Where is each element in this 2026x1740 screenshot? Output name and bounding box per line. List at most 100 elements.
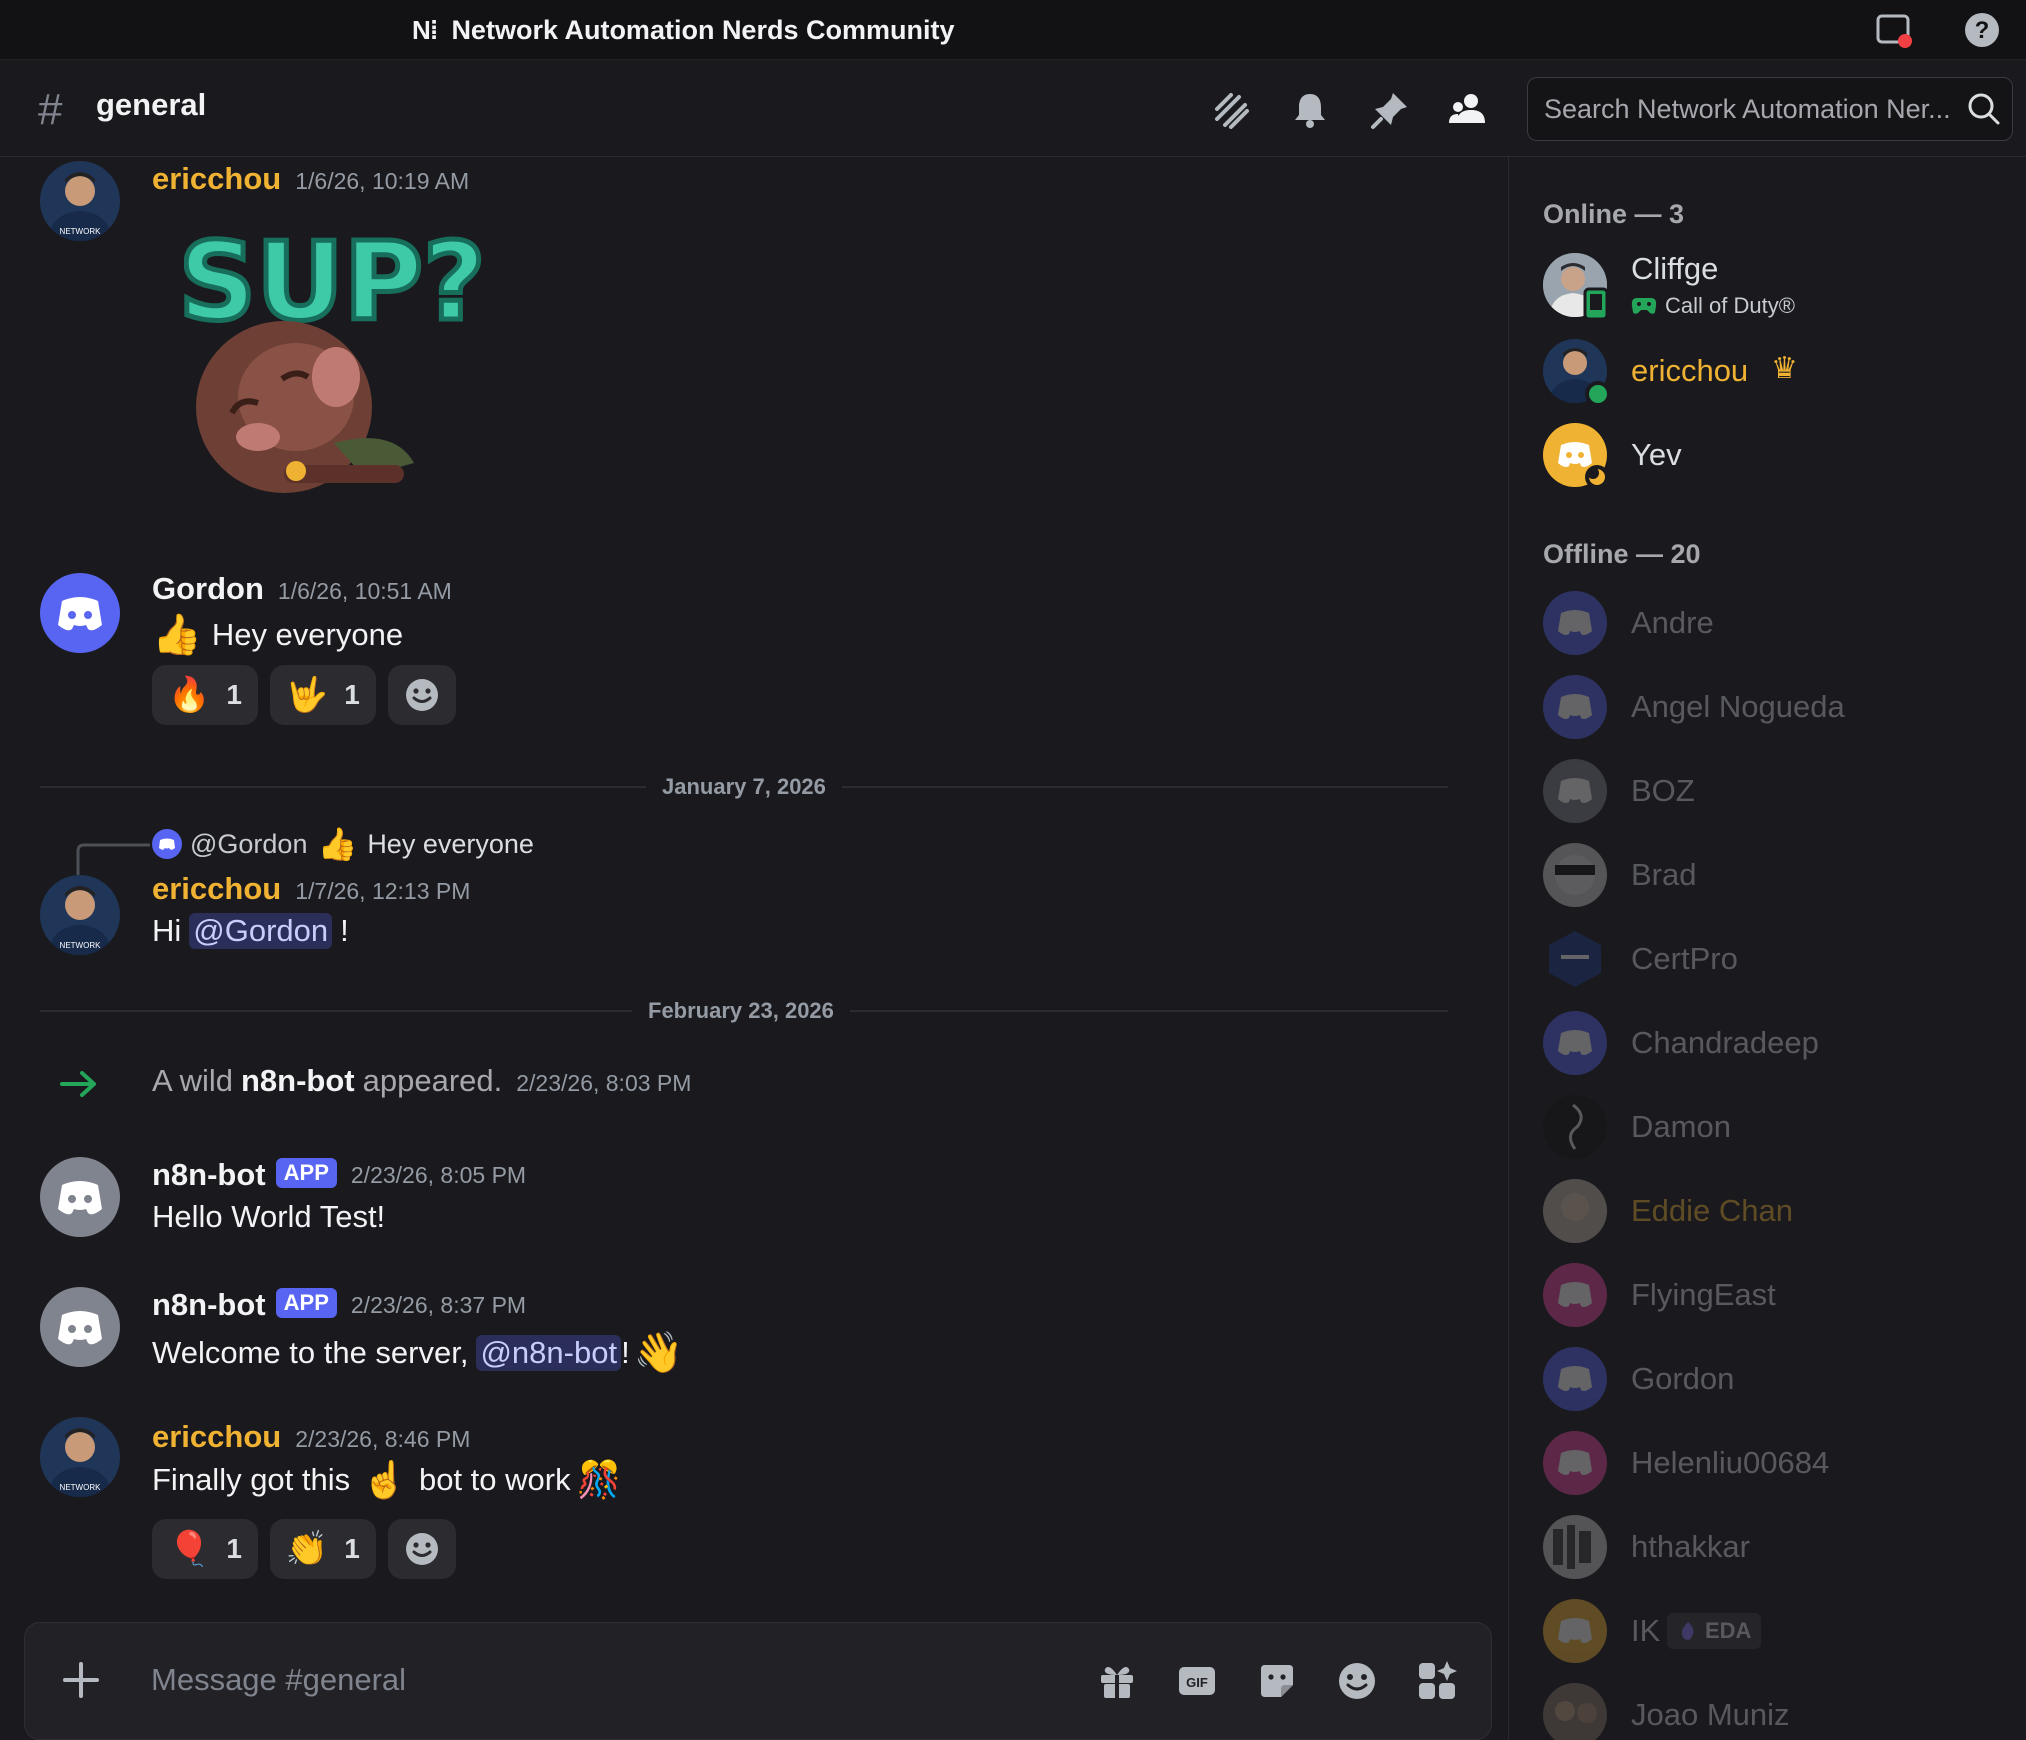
avatar[interactable]: NETWORK xyxy=(40,875,120,955)
avatar[interactable] xyxy=(40,1157,120,1237)
message-input[interactable] xyxy=(151,1651,1051,1709)
member-item[interactable]: Yev xyxy=(1543,423,2013,493)
member-item[interactable]: Brad xyxy=(1543,843,2013,913)
author-name[interactable]: Gordon xyxy=(152,571,264,607)
avatar xyxy=(1543,927,1607,991)
member-item[interactable]: Damon xyxy=(1543,1095,2013,1165)
reaction-count: 1 xyxy=(226,679,242,710)
member-name: hthakkar xyxy=(1631,1529,1750,1564)
member-item[interactable]: Eddie Chan xyxy=(1543,1179,2013,1249)
title-bar: N⁞ Network Automation Nerds Community ? xyxy=(0,0,2026,60)
author-name[interactable]: ericchou xyxy=(152,871,281,907)
member-item[interactable]: Joao Muniz xyxy=(1543,1683,2013,1740)
reaction-button[interactable]: 🔥 1 xyxy=(152,665,258,725)
message-text: Hey everyone xyxy=(211,616,404,652)
member-name: BOZ xyxy=(1631,773,1695,808)
user-mention[interactable]: @Gordon xyxy=(189,913,333,949)
avatar[interactable]: NETWORK xyxy=(40,161,120,241)
member-name: Andre xyxy=(1631,605,1714,640)
svg-text:NETWORK: NETWORK xyxy=(60,227,102,236)
member-item[interactable]: CertPro xyxy=(1543,927,2013,997)
avatar xyxy=(1543,1347,1607,1411)
member-item[interactable]: Helenliu00684 xyxy=(1543,1431,2013,1501)
sticker-image[interactable]: SUP? xyxy=(184,227,484,507)
timestamp: 2/23/26, 8:03 PM xyxy=(516,1070,692,1096)
timestamp: 2/23/26, 8:37 PM xyxy=(350,1291,527,1318)
author-name[interactable]: ericchou xyxy=(152,1419,281,1455)
confetti-icon: 🎊 xyxy=(576,1459,622,1500)
search-box[interactable] xyxy=(1527,77,2013,141)
waving-hand-icon: 👋 xyxy=(633,1331,684,1375)
discord-logo-icon xyxy=(58,1181,102,1215)
member-item[interactable]: hthakkar xyxy=(1543,1515,2013,1585)
member-name: Brad xyxy=(1631,857,1697,892)
member-name: ericchou xyxy=(1631,353,1749,388)
pin-icon[interactable] xyxy=(1369,89,1411,131)
author-name[interactable]: n8n-bot xyxy=(152,1287,266,1323)
app-badge: APP xyxy=(275,1158,337,1188)
member-item[interactable]: BOZ xyxy=(1543,759,2013,829)
reaction-count: 1 xyxy=(344,679,360,710)
attach-plus-icon[interactable] xyxy=(59,1658,103,1702)
gift-icon[interactable] xyxy=(1095,1659,1139,1703)
balloon-icon: 🎈 xyxy=(168,1530,211,1568)
reaction-count: 1 xyxy=(226,1533,242,1564)
avatar[interactable]: NETWORK xyxy=(40,1417,120,1497)
emoji-icon[interactable] xyxy=(1335,1659,1379,1703)
thumbs-up-icon: 👍 xyxy=(152,613,202,657)
member-name: Cliffge xyxy=(1631,251,1719,286)
user-mention[interactable]: @n8n-bot xyxy=(476,1334,622,1371)
love-you-gesture-icon: 🤟 xyxy=(285,676,329,714)
member-item[interactable]: Gordon xyxy=(1543,1347,2013,1417)
guild-tag-text: EDA xyxy=(1705,1618,1752,1643)
reaction-button[interactable]: 🎈 1 xyxy=(152,1519,258,1579)
mobile-status-icon xyxy=(1583,287,1609,321)
hashtag-icon: # xyxy=(38,85,63,134)
message-composer: GIF xyxy=(24,1622,1492,1740)
add-reaction-button[interactable] xyxy=(387,1519,456,1579)
threads-icon[interactable] xyxy=(1209,89,1251,131)
server-title[interactable]: N⁞ Network Automation Nerds Community xyxy=(412,12,954,48)
reaction-button[interactable]: 🤟 1 xyxy=(269,665,376,725)
avatar xyxy=(1543,1431,1607,1495)
discord-logo-icon xyxy=(58,597,102,631)
member-item[interactable]: FlyingEast xyxy=(1543,1263,2013,1333)
message-text: Hello World Test! xyxy=(152,1199,386,1234)
apps-icon[interactable] xyxy=(1415,1659,1459,1703)
inbox-icon[interactable] xyxy=(1874,10,1914,50)
timestamp: 2/23/26, 8:05 PM xyxy=(350,1161,527,1188)
notification-bell-icon[interactable] xyxy=(1289,89,1331,131)
server-owner-crown-icon: ♛ xyxy=(1771,352,1798,385)
pointing-up-icon: ☝️ xyxy=(362,1459,407,1500)
member-name: Eddie Chan xyxy=(1631,1193,1794,1228)
reaction-button[interactable]: 👏 1 xyxy=(269,1519,376,1579)
avatar[interactable] xyxy=(40,1287,120,1367)
reply-preview[interactable]: @Gordon 👍 Hey everyone xyxy=(152,825,534,863)
search-input[interactable] xyxy=(1544,78,1964,140)
avatar xyxy=(1543,1515,1607,1579)
sticker-icon[interactable] xyxy=(1255,1659,1299,1703)
help-icon[interactable]: ? xyxy=(1962,10,2002,50)
member-name: Chandradeep xyxy=(1631,1025,1819,1060)
svg-text:NETWORK: NETWORK xyxy=(60,941,102,950)
member-item[interactable]: Andre xyxy=(1543,591,2013,661)
author-name[interactable]: n8n-bot xyxy=(152,1157,266,1193)
member-name: Yev xyxy=(1631,437,1682,472)
member-item[interactable]: IK EDA xyxy=(1543,1599,2013,1669)
member-item[interactable]: ericchou ♛ xyxy=(1543,339,2013,409)
author-name[interactable]: n8n-bot xyxy=(241,1063,355,1099)
add-reaction-button[interactable] xyxy=(387,665,456,725)
avatar[interactable] xyxy=(40,573,120,653)
avatar xyxy=(1543,843,1607,907)
search-icon[interactable] xyxy=(1966,91,2002,127)
author-name[interactable]: ericchou xyxy=(152,161,281,197)
member-item[interactable]: Angel Nogueda xyxy=(1543,675,2013,745)
message-text: Hi xyxy=(152,913,182,948)
member-item[interactable]: Chandradeep xyxy=(1543,1011,2013,1081)
member-list-icon[interactable] xyxy=(1449,89,1491,131)
join-arrow-icon xyxy=(60,1071,96,1097)
server-logo-icon: N⁞ xyxy=(412,14,438,45)
gif-icon[interactable]: GIF xyxy=(1175,1659,1219,1703)
member-item[interactable]: Cliffge Call of Duty® xyxy=(1543,251,2013,323)
member-name: Angel Nogueda xyxy=(1631,689,1845,724)
